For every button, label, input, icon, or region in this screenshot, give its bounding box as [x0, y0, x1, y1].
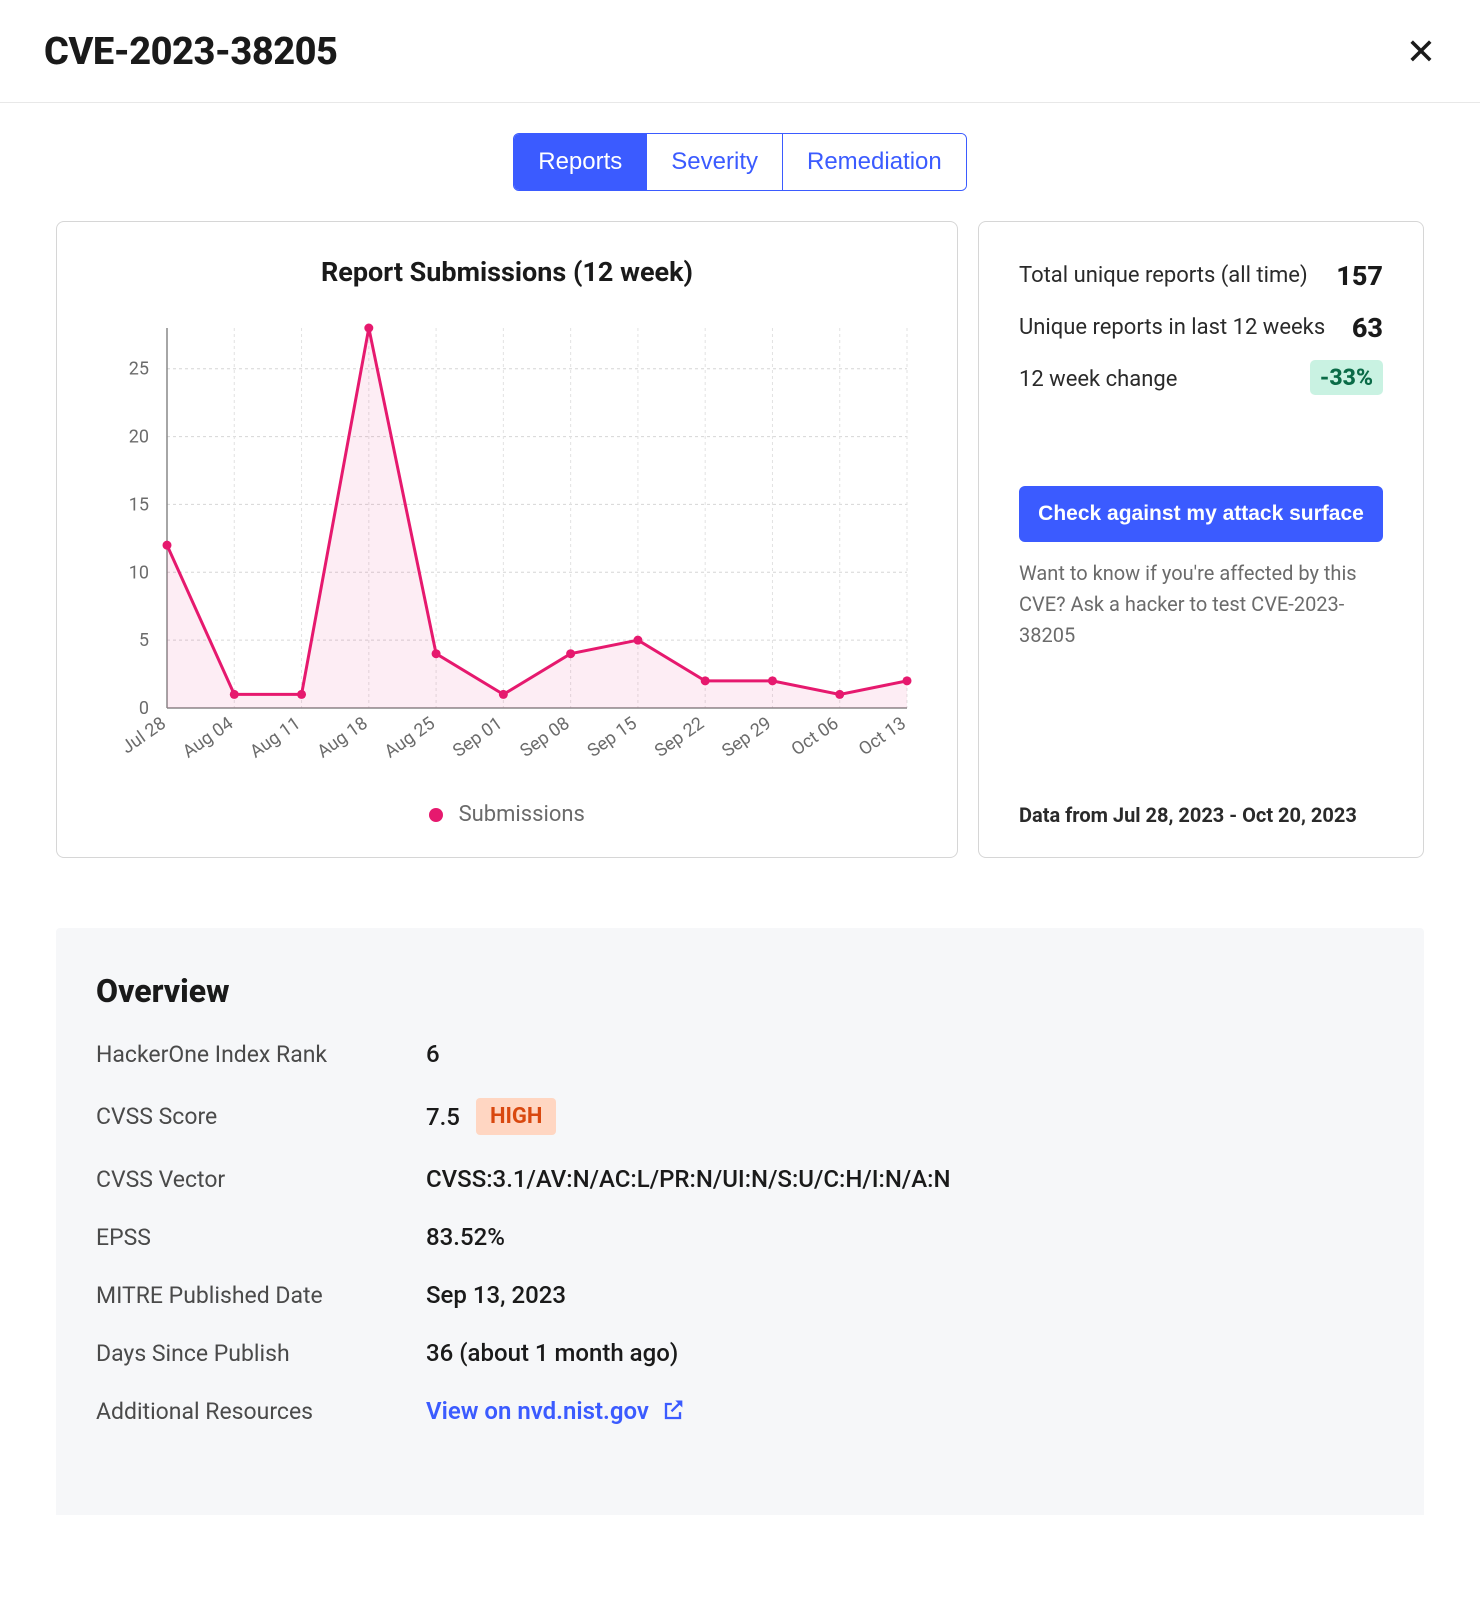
submissions-chart: 0 5 10 15 20 25 Jul 28Aug 04Aug 11Aug 18Aug 25…: [77, 318, 937, 778]
overview-row-vector: CVSS Vector CVSS:3.1/AV:N/AC:L/PR:N/UI:N…: [96, 1165, 1384, 1193]
svg-text:Jul 28: Jul 28: [118, 713, 170, 758]
content-row: Report Submissions (12 week) 0 5 10 15 20 25 J…: [0, 221, 1480, 858]
tab-group: Reports Severity Remediation: [513, 133, 967, 191]
overview-rank-label: HackerOne Index Rank: [96, 1041, 426, 1068]
svg-text:Sep 08: Sep 08: [516, 713, 573, 762]
overview-resources-label: Additional Resources: [96, 1398, 426, 1425]
svg-text:Aug 18: Aug 18: [313, 713, 371, 763]
tab-severity[interactable]: Severity: [647, 134, 783, 190]
overview-title: Overview: [96, 972, 1384, 1010]
data-range-label: Data from Jul 28, 2023 - Oct 20, 2023: [1019, 713, 1383, 827]
stat-recent-value: 63: [1352, 312, 1383, 344]
overview-row-cvss: CVSS Score 7.5 HIGH: [96, 1098, 1384, 1135]
cta-subtext: Want to know if you're affected by this …: [1019, 558, 1383, 651]
svg-text:Aug 04: Aug 04: [179, 713, 237, 763]
overview-row-epss: EPSS 83.52%: [96, 1223, 1384, 1251]
overview-row-days: Days Since Publish 36 (about 1 month ago…: [96, 1339, 1384, 1367]
overview-vector-label: CVSS Vector: [96, 1166, 426, 1193]
overview-cvss-badge: HIGH: [476, 1098, 557, 1135]
overview-epss-value: 83.52%: [426, 1223, 505, 1251]
overview-vector-value: CVSS:3.1/AV:N/AC:L/PR:N/UI:N/S:U/C:H/I:N…: [426, 1165, 951, 1193]
svg-text:0: 0: [139, 698, 149, 719]
overview-published-label: MITRE Published Date: [96, 1282, 426, 1309]
stat-recent: Unique reports in last 12 weeks 63: [1019, 312, 1383, 344]
stat-change-badge: -33%: [1310, 360, 1383, 395]
stats-card: Total unique reports (all time) 157 Uniq…: [978, 221, 1424, 858]
svg-text:Oct 06: Oct 06: [788, 713, 843, 760]
overview-row-resources: Additional Resources View on nvd.nist.go…: [96, 1397, 1384, 1425]
overview-panel: Overview HackerOne Index Rank 6 CVSS Sco…: [56, 928, 1424, 1515]
overview-rank-value: 6: [426, 1040, 440, 1068]
svg-text:10: 10: [129, 562, 149, 583]
svg-text:5: 5: [139, 630, 149, 651]
modal-header: CVE-2023-38205 ✕: [0, 0, 1480, 103]
chart-title: Report Submissions (12 week): [77, 256, 937, 288]
svg-text:Sep 22: Sep 22: [651, 713, 708, 762]
stat-total-label: Total unique reports (all time): [1019, 260, 1316, 292]
overview-resources-link-text: View on nvd.nist.gov: [426, 1397, 649, 1425]
stat-change-label: 12 week change: [1019, 364, 1290, 396]
stat-recent-label: Unique reports in last 12 weeks: [1019, 312, 1332, 344]
legend-dot-icon: [429, 808, 443, 822]
stat-total: Total unique reports (all time) 157: [1019, 260, 1383, 292]
svg-text:20: 20: [129, 427, 149, 448]
overview-row-published: MITRE Published Date Sep 13, 2023: [96, 1281, 1384, 1309]
chart-card: Report Submissions (12 week) 0 5 10 15 20 25 J…: [56, 221, 958, 858]
svg-text:Sep 29: Sep 29: [718, 713, 775, 762]
overview-published-value: Sep 13, 2023: [426, 1281, 566, 1309]
close-button[interactable]: ✕: [1406, 34, 1436, 70]
check-attack-surface-button[interactable]: Check against my attack surface: [1019, 486, 1383, 542]
overview-epss-label: EPSS: [96, 1224, 426, 1251]
overview-days-label: Days Since Publish: [96, 1340, 426, 1367]
overview-cvss-value: 7.5 HIGH: [426, 1098, 556, 1135]
stat-change: 12 week change -33%: [1019, 364, 1383, 396]
chart-legend: Submissions: [77, 802, 937, 827]
tab-reports[interactable]: Reports: [514, 134, 647, 190]
tab-bar: Reports Severity Remediation: [0, 133, 1480, 191]
overview-days-value: 36 (about 1 month ago): [426, 1339, 678, 1367]
svg-text:25: 25: [129, 359, 149, 380]
legend-label: Submissions: [459, 802, 585, 827]
stat-total-value: 157: [1336, 260, 1383, 292]
overview-cvss-score: 7.5: [426, 1103, 460, 1131]
svg-text:Sep 01: Sep 01: [449, 713, 506, 762]
svg-text:15: 15: [129, 494, 149, 515]
overview-resources-link[interactable]: View on nvd.nist.gov: [426, 1397, 687, 1425]
tab-remediation[interactable]: Remediation: [783, 134, 966, 190]
svg-text:Oct 13: Oct 13: [855, 713, 910, 760]
overview-row-rank: HackerOne Index Rank 6: [96, 1040, 1384, 1068]
external-link-icon: [659, 1397, 687, 1425]
overview-cvss-label: CVSS Score: [96, 1103, 426, 1130]
svg-text:Aug 25: Aug 25: [381, 713, 439, 763]
close-icon: ✕: [1406, 31, 1436, 72]
page-title: CVE-2023-38205: [44, 30, 337, 74]
svg-text:Sep 15: Sep 15: [584, 713, 641, 762]
svg-text:Aug 11: Aug 11: [246, 713, 304, 763]
